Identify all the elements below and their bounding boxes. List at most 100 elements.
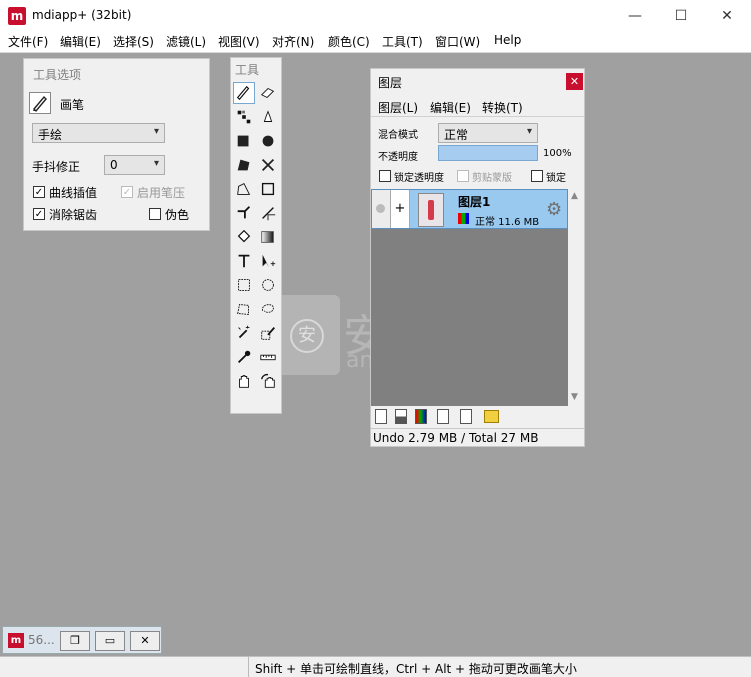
menu-window[interactable]: 窗口(W)	[435, 33, 480, 50]
hand-icon[interactable]	[233, 370, 255, 392]
menu-tools[interactable]: 工具(T)	[382, 33, 423, 50]
dots-icon[interactable]	[233, 106, 255, 128]
lasso-fill-icon[interactable]	[257, 154, 279, 176]
tool-options-panel: 工具选项 画笔 手绘 ▾ 手抖修正 0 ▾ ✓ 曲线插值 ✓ 启用笔压 ✓ 消除…	[23, 58, 210, 231]
square-fill-icon[interactable]	[233, 130, 255, 152]
layer-info: 正常 11.6 MB	[475, 217, 540, 228]
chevron-down-icon: ▾	[526, 126, 532, 137]
new-mask-layer-icon[interactable]	[395, 409, 407, 424]
antialias-label: 消除锯齿	[49, 208, 98, 222]
pen-pressure-label: 启用笔压	[137, 186, 186, 200]
watermark-badge: 安	[290, 319, 324, 353]
rotate-hand-icon[interactable]	[257, 370, 279, 392]
new-color-layer-icon[interactable]	[415, 409, 427, 424]
circle-fill-icon[interactable]	[257, 130, 279, 152]
line-icon[interactable]	[233, 202, 255, 224]
menu-select[interactable]: 选择(S)	[113, 33, 154, 50]
eraser-icon[interactable]	[257, 82, 279, 104]
eyedropper-icon[interactable]	[233, 346, 255, 368]
chevron-down-icon: ▾	[153, 158, 159, 169]
visibility-toggle[interactable]	[372, 190, 391, 228]
close-button[interactable]: ✕	[704, 0, 750, 31]
menu-view[interactable]: 视图(V)	[218, 33, 260, 50]
curve-interp-checkbox[interactable]: ✓	[33, 186, 45, 198]
lock-checkbox[interactable]	[531, 170, 543, 182]
layers-panel: 图层 ✕ 图层(L) 编辑(E) 转换(T) 混合模式 正常 ▾ 不透明度 10…	[370, 68, 585, 447]
layer-name: 图层1	[458, 195, 491, 209]
opacity-slider[interactable]	[438, 145, 538, 161]
layers-menu-convert[interactable]: 转换(T)	[482, 99, 523, 116]
menu-file[interactable]: 文件(F)	[8, 33, 48, 50]
title-bar: m mdiapp+ (32bit) — ☐ ✕	[0, 0, 751, 31]
window-title: mdiapp+ (32bit)	[32, 8, 132, 22]
lasso-select-icon[interactable]	[257, 298, 279, 320]
layers-menu-layer[interactable]: 图层(L)	[378, 99, 418, 116]
mode-select[interactable]: 手绘 ▾	[32, 123, 165, 143]
stabilizer-select[interactable]: 0 ▾	[104, 155, 165, 175]
doc-logo: m	[8, 633, 24, 648]
blend-mode-label: 混合模式	[378, 130, 418, 141]
antialias-checkbox[interactable]: ✓	[33, 208, 45, 220]
divider	[248, 657, 249, 677]
rect-select-icon[interactable]	[233, 274, 255, 296]
layers-menu-edit[interactable]: 编辑(E)	[430, 99, 471, 116]
rect-outline-icon[interactable]	[257, 178, 279, 200]
clip-mask-label: 剪贴蒙版	[472, 173, 512, 184]
opacity-label: 不透明度	[378, 152, 418, 163]
menu-align[interactable]: 对齐(N)	[272, 33, 314, 50]
pen-icon[interactable]	[233, 82, 255, 104]
divider	[371, 428, 584, 429]
duplicate-layer-icon[interactable]	[460, 409, 472, 424]
maximize-button[interactable]: ☐	[658, 0, 704, 31]
link-toggle-icon[interactable]: +	[391, 190, 410, 228]
select-pen-icon[interactable]	[257, 322, 279, 344]
ruler-icon[interactable]	[257, 346, 279, 368]
folder-icon[interactable]	[484, 410, 499, 423]
gear-icon[interactable]: ⚙	[546, 199, 562, 220]
tools-title: 工具	[235, 63, 260, 77]
menu-filter[interactable]: 滤镜(L)	[166, 33, 206, 50]
minimized-document[interactable]: m 56... ❐ ▭ ✕	[2, 626, 162, 654]
gradient-icon[interactable]	[257, 226, 279, 248]
lock-alpha-checkbox[interactable]	[379, 170, 391, 182]
line-tool-icon[interactable]	[257, 202, 279, 224]
blend-mode-select[interactable]: 正常 ▾	[438, 123, 538, 143]
scroll-down-icon[interactable]: ▼	[571, 392, 578, 402]
maximize-doc-button[interactable]: ▭	[95, 631, 125, 651]
restore-button[interactable]: ❐	[60, 631, 90, 651]
status-bar: Shift + 单击可绘制直线，Ctrl + Alt + 拖动可更改画笔大小	[0, 656, 751, 677]
polygon-fill-icon[interactable]	[233, 154, 255, 176]
bucket-icon[interactable]	[233, 226, 255, 248]
new-layer-icon[interactable]	[375, 409, 387, 424]
pen-pressure-checkbox: ✓	[121, 186, 133, 198]
clip-mask-checkbox	[457, 170, 469, 182]
undo-status: Undo 2.79 MB / Total 27 MB	[373, 431, 539, 445]
fake-color-checkbox[interactable]	[149, 208, 161, 220]
curve-interp-label: 曲线插值	[49, 186, 98, 200]
text-icon[interactable]	[233, 250, 255, 272]
brush-icon[interactable]	[29, 92, 51, 114]
eye-dot-icon	[376, 204, 385, 213]
menu-bar: 文件(F) 编辑(E) 选择(S) 滤镜(L) 视图(V) 对齐(N) 颜色(C…	[0, 31, 751, 53]
scroll-up-icon[interactable]: ▲	[571, 191, 578, 201]
move-icon[interactable]	[257, 250, 279, 272]
menu-edit[interactable]: 编辑(E)	[60, 33, 101, 50]
menu-color[interactable]: 颜色(C)	[328, 33, 370, 50]
shape-icon[interactable]	[233, 178, 255, 200]
layer-row[interactable]: + 图层1 正常 11.6 MB ⚙	[371, 189, 568, 229]
layers-close-button[interactable]: ✕	[566, 73, 583, 90]
tools-panel: 工具	[230, 57, 282, 414]
poly-select-icon[interactable]	[233, 298, 255, 320]
opacity-value: 100%	[543, 148, 572, 159]
minimize-button[interactable]: —	[612, 0, 658, 31]
menu-help[interactable]: Help	[494, 33, 521, 47]
tool-name: 画笔	[60, 98, 85, 112]
layer-scrollbar[interactable]: ▲ ▼	[568, 189, 584, 406]
stabilizer-label: 手抖修正	[32, 160, 81, 174]
wand-icon[interactable]	[233, 322, 255, 344]
new-image-layer-icon[interactable]	[437, 409, 449, 424]
blur-icon[interactable]	[257, 106, 279, 128]
figure-shape	[428, 200, 434, 220]
ellipse-select-icon[interactable]	[257, 274, 279, 296]
close-doc-button[interactable]: ✕	[130, 631, 160, 651]
